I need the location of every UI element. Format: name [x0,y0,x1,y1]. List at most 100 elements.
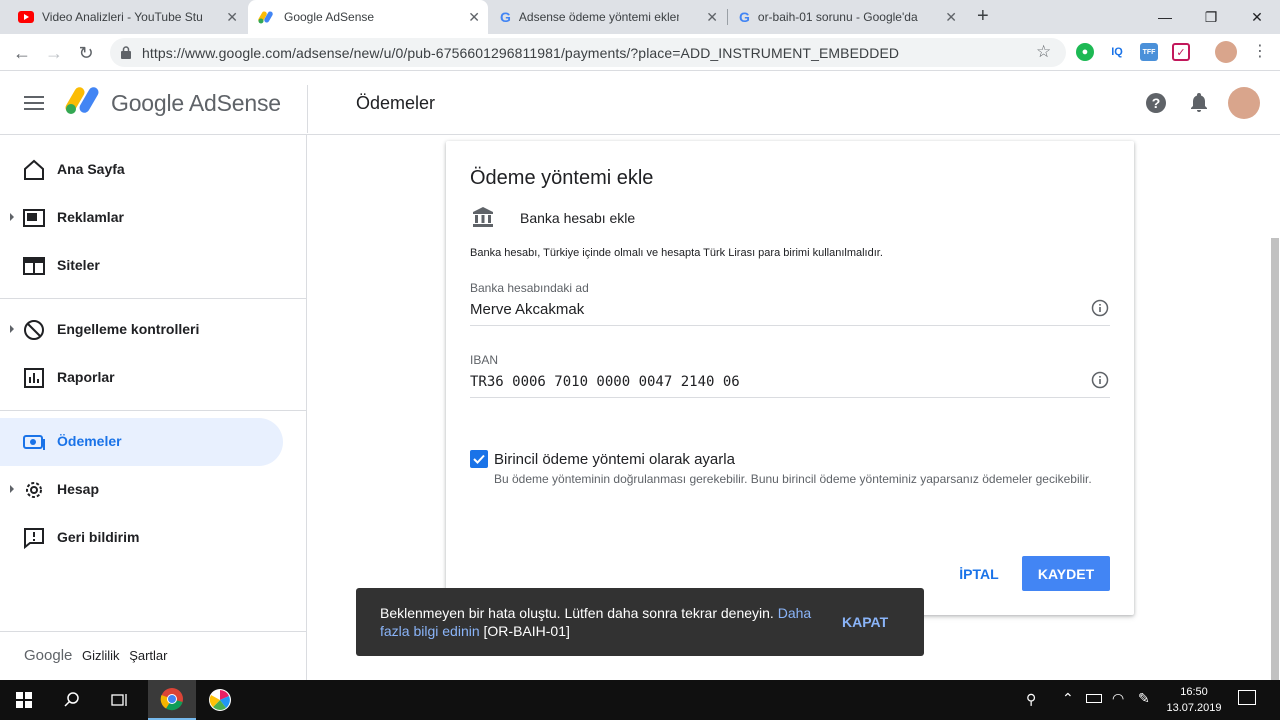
payments-icon [23,435,45,450]
minimize-button[interactable]: — [1142,0,1188,34]
url-text: https://www.google.com/adsense/new/u/0/p… [142,45,900,61]
forward-icon[interactable]: → [41,40,67,66]
close-tab-icon[interactable]: ✕ [226,9,238,26]
sidebar-item-reports[interactable]: Raporlar [0,354,283,402]
dialog-title: Ödeme yöntemi ekle [470,167,654,189]
address-bar[interactable]: https://www.google.com/adsense/new/u/0/p… [110,38,1066,67]
google-icon: G [500,9,511,25]
add-payment-method-dialog: Ödeme yöntemi ekle Banka hesabı ekle Ban… [446,141,1134,615]
sidebar-item-account[interactable]: Hesap [0,466,283,514]
sidebar-divider [0,631,307,632]
expand-arrow-icon[interactable] [10,485,14,493]
tab-error-search[interactable]: G or-baih-01 sorunu - Google'da Ara ✕ [729,0,965,34]
checkmark-icon [473,454,485,464]
help-icon[interactable]: ? [1146,93,1166,113]
sidebar-item-sites[interactable]: Siteler [0,242,283,290]
sidebar-item-label: Reklamlar [57,209,124,225]
info-icon[interactable] [1091,371,1109,389]
sidebar-item-label: Ödemeler [57,433,122,449]
search-icon[interactable] [48,680,96,720]
close-tab-icon[interactable]: ✕ [706,9,718,26]
page-scrollbar[interactable] [1271,238,1279,680]
block-icon [24,320,44,340]
close-snackbar-button[interactable]: KAPAT [842,614,888,630]
gear-icon [26,482,42,498]
close-tab-icon[interactable]: ✕ [945,9,957,26]
sidebar-item-home[interactable]: Ana Sayfa [0,146,283,194]
tab-title: Google AdSense [284,10,375,24]
windows-start-icon[interactable] [0,680,48,720]
error-code: [OR-BAIH-01] [483,623,570,639]
google-logo-text: Google [24,647,73,664]
browser-menu-icon[interactable]: ⋮ [1252,41,1268,61]
cancel-button[interactable]: İPTAL [944,556,1014,591]
info-icon[interactable] [1091,299,1109,317]
tab-google-adsense[interactable]: Google AdSense ✕ [248,0,488,34]
primary-method-hint: Bu ödeme yönteminin doğrulanması gerekeb… [494,472,1092,486]
browser-toolbar: ← → ↻ https://www.google.com/adsense/new… [0,34,1280,71]
bookmark-star-icon[interactable]: ☆ [1036,42,1051,62]
iban-field[interactable]: TR36 0006 7010 0000 0047 2140 06 [470,374,740,390]
sidebar-item-payments[interactable]: Ödemeler [0,418,283,466]
sites-icon [23,257,45,275]
task-view-icon[interactable] [96,680,144,720]
wifi-icon[interactable]: ◠ [1112,690,1124,707]
expand-arrow-icon[interactable] [10,325,14,333]
reports-icon [24,368,44,388]
photos-app-icon[interactable] [196,680,244,720]
tab-adsense-search[interactable]: G Adsense ödeme yöntemi ekleme ✕ [490,0,726,34]
profile-avatar[interactable] [1215,41,1237,63]
lock-icon [121,46,131,59]
sidebar-divider [0,410,307,411]
maximize-button[interactable]: ❐ [1188,0,1234,34]
sidebar-item-blocking-controls[interactable]: Engelleme kontrolleri [0,306,283,354]
chevron-up-icon[interactable]: ⌃ [1062,690,1074,707]
primary-method-checkbox[interactable] [470,450,488,468]
close-tab-icon[interactable]: ✕ [468,9,480,26]
save-button[interactable]: KAYDET [1022,556,1110,591]
notifications-bell-icon[interactable] [1190,93,1208,113]
error-message: Beklenmeyen bir hata oluştu. Lütfen daha… [380,605,774,621]
adsense-icon [258,11,273,24]
home-icon [24,159,44,180]
privacy-link[interactable]: Gizlilik [82,648,120,663]
account-name-label: Banka hesabındaki ad [470,281,589,295]
sidebar-item-label: Engelleme kontrolleri [57,321,200,337]
system-clock[interactable]: 16:50 13.07.2019 [1164,684,1224,716]
iban-underline [470,397,1110,398]
terms-link[interactable]: Şartlar [129,648,167,663]
expand-arrow-icon[interactable] [10,213,14,221]
notification-center-icon[interactable] [1238,690,1256,705]
sidebar-item-label: Raporlar [57,369,115,385]
ads-icon [23,209,45,227]
account-name-underline [470,325,1110,326]
back-icon[interactable]: ← [9,40,35,66]
chrome-icon [160,688,183,711]
bank-account-note: Banka hesabı, Türkiye içinde olmalı ve h… [470,247,883,259]
tff-extension-icon[interactable]: TFF [1140,43,1158,61]
people-icon[interactable]: ⚲ [1026,691,1036,708]
tab-title: Video Analizleri - YouTube Studio [42,10,202,24]
sidebar-item-ads[interactable]: Reklamlar [0,194,283,242]
battery-icon[interactable] [1086,694,1102,703]
hamburger-menu-icon[interactable] [24,96,44,110]
close-window-button[interactable]: ✕ [1234,0,1280,34]
page-title: Ödemeler [356,93,436,113]
new-tab-button[interactable]: + [977,5,989,28]
reload-icon[interactable]: ↻ [73,40,99,66]
sidebar-item-feedback[interactable]: Geri bildirim [0,514,283,562]
extension-icon[interactable]: ● [1076,43,1094,61]
snackbar-message: Beklenmeyen bir hata oluştu. Lütfen daha… [380,604,820,640]
extension-label: TFF [1142,48,1156,56]
bank-account-label: Banka hesabı ekle [520,210,636,226]
pinwheel-icon [209,689,231,711]
account-avatar[interactable] [1228,87,1260,119]
task-view-glyph-icon [111,694,127,706]
account-name-field[interactable]: Merve Akcakmak [470,301,584,318]
pocket-extension-icon[interactable]: ✓ [1172,43,1190,61]
bank-icon [473,207,493,227]
tab-youtube-studio[interactable]: Video Analizleri - YouTube Studio ✕ [8,0,246,34]
iq-extension-icon[interactable]: IQ [1108,43,1126,61]
pen-icon[interactable]: ✎ [1138,690,1150,707]
chrome-taskbar-icon[interactable] [148,680,196,720]
